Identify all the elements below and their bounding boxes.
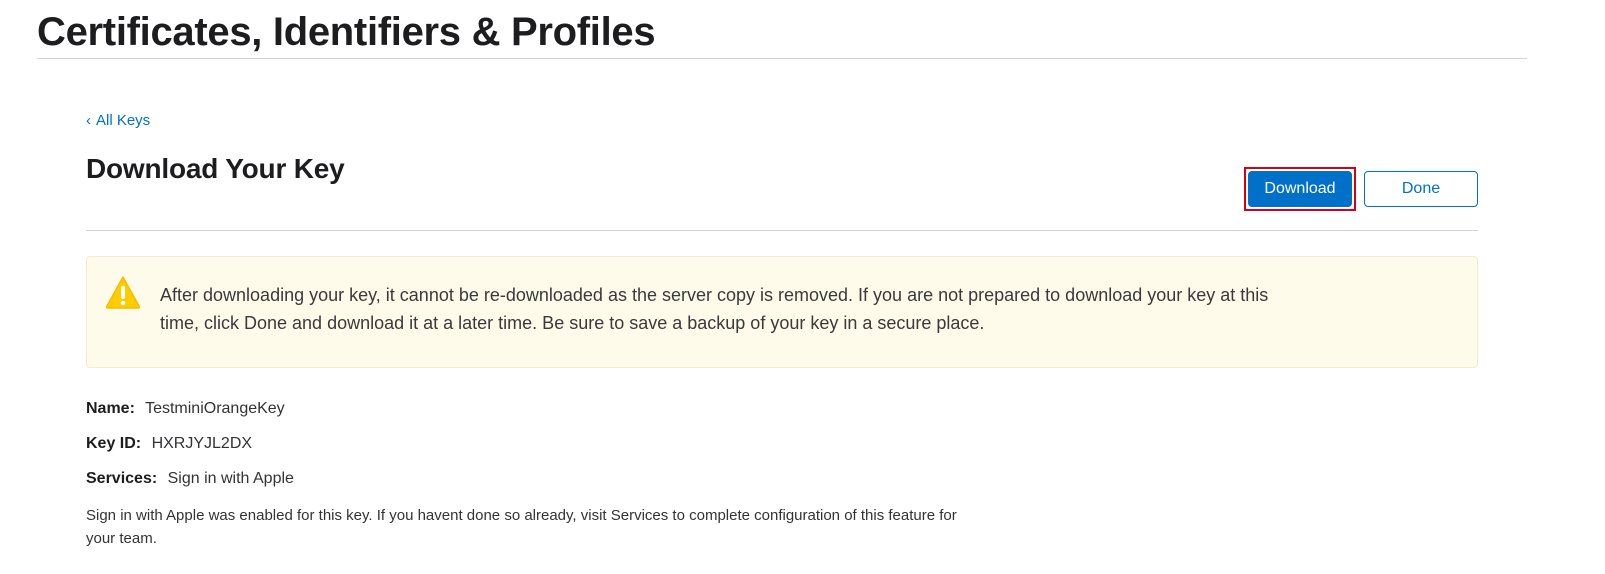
name-value: TestminiOrangeKey [145,400,285,417]
warning-banner: After downloading your key, it cannot be… [86,256,1478,368]
download-button-highlight: Download [1244,167,1356,211]
page: Certificates, Identifiers & Profiles ‹ Al… [0,0,1605,574]
main-content: ‹ All Keys Download Your Key Download Don… [86,110,1478,550]
section-title: Download Your Key [86,153,345,184]
back-link-label: All Keys [96,112,151,129]
done-button[interactable]: Done [1364,171,1478,207]
services-note: Sign in with Apple was enabled for this … [86,507,957,547]
download-button[interactable]: Download [1248,171,1352,207]
services-label: Services: [86,470,158,487]
detail-row-key-id: Key ID: HXRJYJL2DX [86,433,1478,455]
page-header: Certificates, Identifiers & Profiles [37,6,1527,59]
detail-row-services: Services: Sign in with Apple [86,468,1478,490]
detail-row-name: Name: TestminiOrangeKey [86,398,1478,420]
action-buttons: Download Done [1244,167,1478,211]
key-header: Download Your Key Download Done [86,150,1478,231]
services-value: Sign in with Apple [167,470,294,487]
warning-message: After downloading your key, it cannot be… [160,285,1269,333]
key-id-value: HXRJYJL2DX [151,435,253,452]
back-to-all-keys-link[interactable]: ‹ All Keys [86,110,150,132]
name-label: Name: [86,400,135,417]
key-id-label: Key ID: [86,435,142,452]
warning-triangle-icon [105,275,141,309]
page-title: Certificates, Identifiers & Profiles [37,10,656,54]
chevron-left-icon: ‹ [86,112,91,129]
key-details: Name: TestminiOrangeKey Key ID: HXRJYJL2… [86,398,1478,550]
